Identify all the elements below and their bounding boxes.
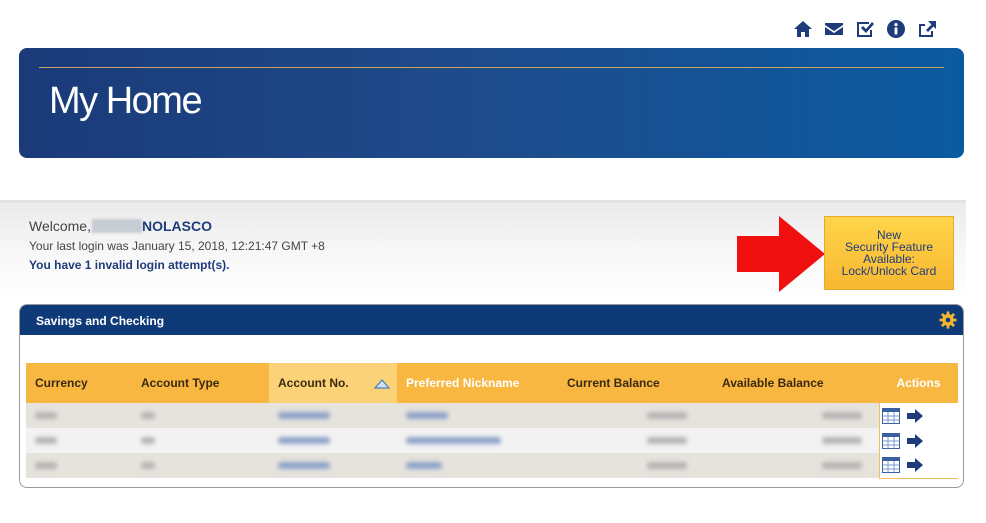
arrow-right-icon[interactable] xyxy=(906,457,924,473)
col-actions: Actions xyxy=(879,363,958,403)
redacted-value xyxy=(647,411,687,419)
redacted-value xyxy=(647,436,687,444)
redacted-link[interactable] xyxy=(406,461,442,469)
redacted-link[interactable] xyxy=(406,436,501,444)
redacted-value xyxy=(141,461,155,469)
col-account-no[interactable]: Account No. xyxy=(269,363,397,403)
checklist-icon[interactable] xyxy=(854,18,876,40)
col-preferred-nickname[interactable]: Preferred Nickname xyxy=(397,363,558,403)
col-account-no-label: Account No. xyxy=(278,376,349,390)
user-last-name: NOLASCO xyxy=(141,218,212,234)
cell-account-no[interactable] xyxy=(269,428,397,453)
cell-currency xyxy=(26,453,132,478)
sort-ascending-icon[interactable] xyxy=(374,378,391,389)
cell-actions xyxy=(878,403,958,428)
table-row xyxy=(26,453,958,479)
share-icon[interactable] xyxy=(916,18,938,40)
banner-rule xyxy=(39,67,944,68)
redacted-value xyxy=(35,436,57,444)
cell-current-balance xyxy=(558,403,713,428)
red-arrow-icon xyxy=(737,216,825,292)
invalid-attempts-text: You have 1 invalid login attempt(s). xyxy=(29,258,230,272)
arrow-right-icon[interactable] xyxy=(906,408,924,424)
redacted-value xyxy=(647,461,687,469)
last-login-text: Your last login was January 15, 2018, 12… xyxy=(29,239,325,253)
cell-account-type xyxy=(132,428,269,453)
welcome-line: Welcome, NOLASCO xyxy=(29,218,325,234)
cell-currency xyxy=(26,403,132,428)
panel-title: Savings and Checking xyxy=(36,314,165,328)
home-icon[interactable] xyxy=(792,18,814,40)
cell-current-balance xyxy=(558,453,713,478)
table-header-row: Currency Account Type Account No. Prefer… xyxy=(26,363,958,403)
col-available-balance[interactable]: Available Balance xyxy=(713,363,879,403)
promo-line-4: Lock/Unlock Card xyxy=(841,264,937,278)
page-title: My Home xyxy=(49,80,203,122)
col-currency[interactable]: Currency xyxy=(26,363,132,403)
col-account-type[interactable]: Account Type xyxy=(132,363,269,403)
cell-current-balance xyxy=(558,428,713,453)
calendar-grid-icon[interactable] xyxy=(881,407,900,424)
redacted-value xyxy=(822,411,862,419)
cell-nickname[interactable] xyxy=(397,453,558,478)
cell-currency xyxy=(26,428,132,453)
calendar-grid-icon[interactable] xyxy=(881,457,900,474)
masked-first-name xyxy=(91,219,142,233)
arrow-right-icon[interactable] xyxy=(906,433,924,449)
cell-available-balance xyxy=(713,453,879,478)
col-current-balance[interactable]: Current Balance xyxy=(558,363,713,403)
security-feature-promo[interactable]: New Security Feature Available: Lock/Unl… xyxy=(824,216,954,290)
cell-available-balance xyxy=(713,428,879,453)
calendar-grid-icon[interactable] xyxy=(881,432,900,449)
cell-account-type xyxy=(132,403,269,428)
redacted-value xyxy=(822,461,862,469)
redacted-link[interactable] xyxy=(406,411,448,419)
redacted-link[interactable] xyxy=(278,411,330,419)
welcome-section: Welcome, NOLASCO Your last login was Jan… xyxy=(29,218,325,272)
accounts-panel: Savings and Checking Currency Account Ty… xyxy=(19,304,964,488)
panel-header: Savings and Checking xyxy=(20,305,963,335)
table-row xyxy=(26,428,958,453)
gear-icon[interactable] xyxy=(939,311,957,329)
cell-nickname[interactable] xyxy=(397,403,558,428)
top-nav-icons xyxy=(792,18,938,40)
info-icon[interactable] xyxy=(885,18,907,40)
redacted-link[interactable] xyxy=(278,461,330,469)
page-banner: My Home xyxy=(19,48,964,158)
redacted-value xyxy=(822,436,862,444)
cell-available-balance xyxy=(713,403,879,428)
welcome-greeting: Welcome, xyxy=(29,218,91,234)
mail-icon[interactable] xyxy=(823,18,845,40)
cell-account-no[interactable] xyxy=(269,403,397,428)
table-row xyxy=(26,403,958,428)
cell-nickname[interactable] xyxy=(397,428,558,453)
cell-account-type xyxy=(132,453,269,478)
redacted-value xyxy=(141,411,155,419)
cell-actions xyxy=(878,428,958,453)
redacted-value xyxy=(35,411,57,419)
redacted-link[interactable] xyxy=(278,436,330,444)
redacted-value xyxy=(141,436,155,444)
cell-actions xyxy=(878,453,958,479)
cell-account-no[interactable] xyxy=(269,453,397,478)
redacted-value xyxy=(35,461,57,469)
accounts-table: Currency Account Type Account No. Prefer… xyxy=(26,363,958,479)
